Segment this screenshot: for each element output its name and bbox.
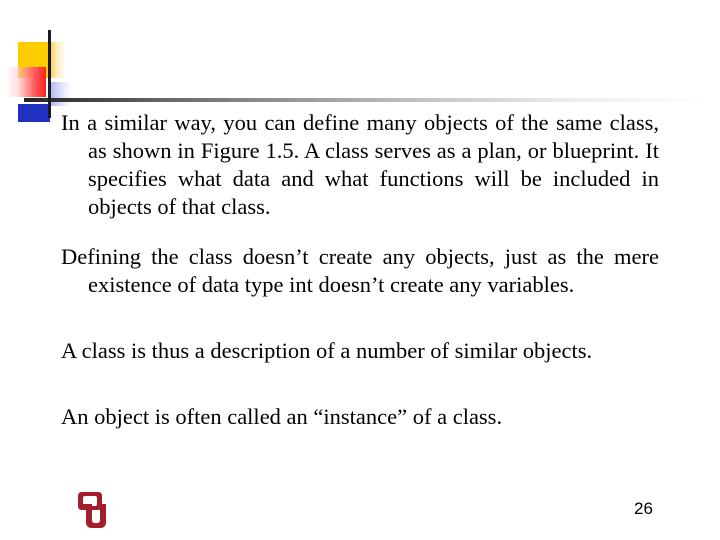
paragraph-4: An object is often called an “instance” …	[61, 404, 503, 429]
yellow-square-decoration	[18, 42, 66, 78]
horizontal-rule-decoration	[24, 98, 714, 102]
slide-corner-decoration	[0, 0, 720, 122]
page-number: 26	[634, 499, 653, 518]
paragraph-1: In a similar way, you can define many ob…	[61, 110, 659, 219]
paragraph-3: A class is thus a description of a numbe…	[61, 338, 593, 363]
yellow-square-solid-decoration	[18, 42, 48, 78]
slide-body: In a similar way, you can define many ob…	[61, 109, 659, 431]
ou-logo-icon	[78, 492, 106, 528]
red-square-decoration	[6, 67, 46, 97]
light-blue-square-decoration	[50, 82, 72, 106]
paragraph-2: Defining the class doesn’t create any ob…	[61, 244, 659, 297]
vertical-rule-decoration	[48, 30, 51, 118]
blue-square-decoration	[18, 104, 50, 122]
